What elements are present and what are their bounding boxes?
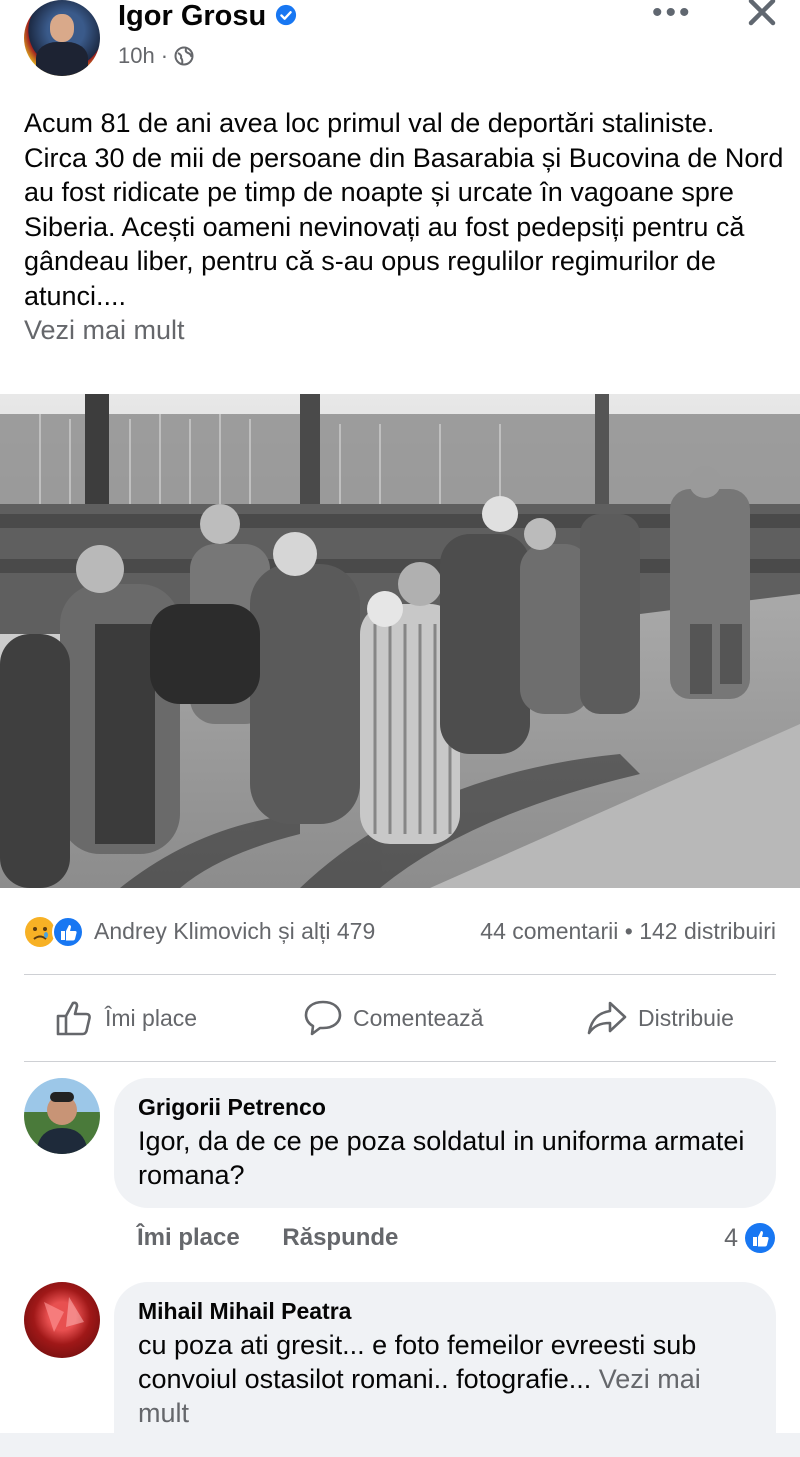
comment-reply-link[interactable]: Răspunde: [282, 1224, 398, 1251]
like-reaction-icon: [745, 1223, 775, 1253]
post-meta: 10h ·: [118, 42, 194, 70]
share-count[interactable]: 142 distribuiri: [639, 918, 776, 944]
comment-reaction-count[interactable]: 4: [724, 1222, 776, 1254]
post-actions: Îmi place Comentează Distribuie: [0, 975, 800, 1061]
share-label: Distribuie: [638, 1004, 734, 1031]
comment-button[interactable]: Comentează: [303, 999, 483, 1037]
reactors-text[interactable]: Andrey Klimovich și alți 479: [94, 918, 375, 945]
post-time[interactable]: 10h: [118, 42, 155, 70]
author-avatar[interactable]: [24, 0, 100, 76]
sad-reaction-icon: [25, 917, 55, 947]
author-name[interactable]: Igor Grosu: [118, 0, 266, 32]
comment-bubble[interactable]: Mihail Mihail Peatra cu poza ati gresit.…: [114, 1282, 776, 1442]
comment-bubble[interactable]: Grigorii Petrenco Igor, da de ce pe poza…: [114, 1078, 776, 1208]
commenter-name[interactable]: Grigorii Petrenco: [138, 1092, 752, 1122]
comment-like-link[interactable]: Îmi place: [137, 1224, 240, 1251]
commenter-avatar[interactable]: [24, 1078, 100, 1154]
post-text: Acum 81 de ani avea loc primul val de de…: [24, 106, 784, 348]
comment-bubble-icon: [304, 1000, 342, 1036]
more-options-button[interactable]: •••: [652, 0, 693, 28]
commenter-avatar[interactable]: [24, 1282, 100, 1358]
engagement-counts[interactable]: 44 comentarii • 142 distribuiri: [480, 918, 776, 945]
bottom-edge: [0, 1433, 800, 1457]
comment-actions: Îmi place Răspunde: [137, 1224, 398, 1252]
reactions-summary[interactable]: Andrey Klimovich și alți 479 44 comentar…: [24, 914, 784, 948]
historical-photo-image: [0, 394, 800, 888]
meta-separator: ·: [160, 43, 169, 68]
post-photo[interactable]: [0, 394, 800, 888]
reaction-icons: [25, 916, 84, 948]
commenter-name[interactable]: Mihail Mihail Peatra: [138, 1296, 752, 1326]
globe-icon: [174, 46, 194, 66]
divider-bottom: [24, 1061, 776, 1062]
comment-text: Igor, da de ce pe poza soldatul in unifo…: [138, 1126, 745, 1190]
count-separator: •: [624, 918, 633, 944]
thumbs-up-icon: [56, 1001, 91, 1036]
like-reaction-icon: [52, 916, 84, 948]
like-button[interactable]: Îmi place: [55, 999, 197, 1037]
verified-badge-icon: [275, 4, 297, 26]
see-more-link[interactable]: Vezi mai mult: [24, 315, 185, 345]
post-header: Igor Grosu 10h · •••: [0, 0, 800, 90]
close-icon[interactable]: [744, 0, 780, 30]
comment-count[interactable]: 44 comentarii: [480, 918, 618, 944]
share-arrow-icon: [587, 1001, 627, 1035]
post-body: Acum 81 de ani avea loc primul val de de…: [24, 108, 784, 311]
share-button[interactable]: Distribuie: [586, 999, 734, 1037]
comment-like-count: 4: [724, 1223, 738, 1252]
comment-text-wrapper: cu poza ati gresit... e foto femeilor ev…: [138, 1328, 752, 1430]
comment-label: Comentează: [353, 1004, 484, 1031]
like-label: Îmi place: [105, 1004, 198, 1031]
